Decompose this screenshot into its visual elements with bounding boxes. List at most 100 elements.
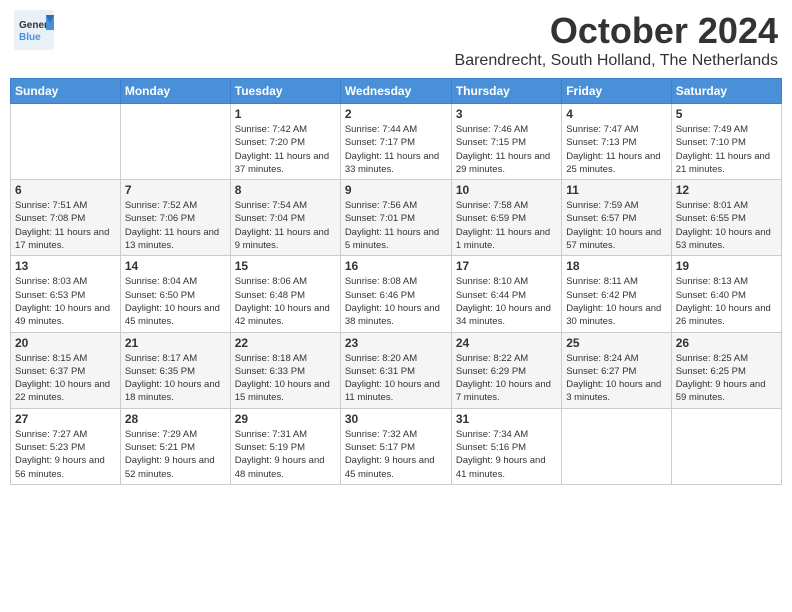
calendar-week-2: 6Sunrise: 7:51 AMSunset: 7:08 PMDaylight… bbox=[11, 180, 782, 256]
day-info: Sunrise: 7:31 AMSunset: 5:19 PMDaylight:… bbox=[235, 428, 336, 481]
day-number: 2 bbox=[345, 107, 447, 121]
day-number: 7 bbox=[125, 183, 226, 197]
logo-icon: General Blue bbox=[14, 10, 54, 50]
calendar-cell: 20Sunrise: 8:15 AMSunset: 6:37 PMDayligh… bbox=[11, 332, 121, 408]
calendar-cell: 2 Sunrise: 7:44 AMSunset: 7:17 PMDaylight… bbox=[340, 104, 451, 180]
calendar-cell: 14 Sunrise: 8:04 AMSunset: 6:50 PMDayligh… bbox=[120, 256, 230, 332]
day-number: 28 bbox=[125, 412, 226, 426]
day-number: 12 bbox=[676, 183, 777, 197]
day-number: 27 bbox=[15, 412, 116, 426]
day-info: Sunrise: 8:10 AMSunset: 6:44 PMDaylight:… bbox=[456, 275, 557, 328]
day-info: Sunrise: 8:25 AMSunset: 6:25 PMDaylight:… bbox=[676, 352, 777, 405]
calendar-cell: 17 Sunrise: 8:10 AMSunset: 6:44 PMDayligh… bbox=[451, 256, 561, 332]
day-info: Sunrise: 7:29 AMSunset: 5:21 PMDaylight:… bbox=[125, 428, 226, 481]
calendar-cell: 7 Sunrise: 7:52 AMSunset: 7:06 PMDaylight… bbox=[120, 180, 230, 256]
calendar-cell: 30Sunrise: 7:32 AMSunset: 5:17 PMDayligh… bbox=[340, 408, 451, 484]
calendar-cell: 27 Sunrise: 7:27 AMSunset: 5:23 PMDayligh… bbox=[11, 408, 121, 484]
calendar-week-4: 20Sunrise: 8:15 AMSunset: 6:37 PMDayligh… bbox=[11, 332, 782, 408]
day-info: Sunrise: 7:32 AMSunset: 5:17 PMDaylight:… bbox=[345, 428, 447, 481]
day-of-week-thursday: Thursday bbox=[451, 79, 561, 104]
day-number: 26 bbox=[676, 336, 777, 350]
calendar-week-1: 1 Sunrise: 7:42 AMSunset: 7:20 PMDaylight… bbox=[11, 104, 782, 180]
calendar-cell: 13 Sunrise: 8:03 AMSunset: 6:53 PMDayligh… bbox=[11, 256, 121, 332]
day-of-week-wednesday: Wednesday bbox=[340, 79, 451, 104]
day-info: Sunrise: 7:51 AMSunset: 7:08 PMDaylight:… bbox=[15, 199, 116, 252]
calendar-cell: 11 Sunrise: 7:59 AMSunset: 6:57 PMDayligh… bbox=[562, 180, 671, 256]
day-info: Sunrise: 8:18 AMSunset: 6:33 PMDaylight:… bbox=[235, 352, 336, 405]
calendar-cell: 6Sunrise: 7:51 AMSunset: 7:08 PMDaylight… bbox=[11, 180, 121, 256]
day-number: 9 bbox=[345, 183, 447, 197]
day-number: 11 bbox=[566, 183, 666, 197]
day-number: 18 bbox=[566, 259, 666, 273]
day-info: Sunrise: 8:04 AMSunset: 6:50 PMDaylight:… bbox=[125, 275, 226, 328]
day-of-week-monday: Monday bbox=[120, 79, 230, 104]
day-info: Sunrise: 7:42 AMSunset: 7:20 PMDaylight:… bbox=[235, 123, 336, 176]
day-info: Sunrise: 8:13 AMSunset: 6:40 PMDaylight:… bbox=[676, 275, 777, 328]
day-info: Sunrise: 7:44 AMSunset: 7:17 PMDaylight:… bbox=[345, 123, 447, 176]
calendar-cell: 21 Sunrise: 8:17 AMSunset: 6:35 PMDayligh… bbox=[120, 332, 230, 408]
title-section: October 2024 Barendrecht, South Holland,… bbox=[455, 10, 778, 70]
svg-text:Blue: Blue bbox=[19, 32, 41, 43]
calendar-cell: 9 Sunrise: 7:56 AMSunset: 7:01 PMDaylight… bbox=[340, 180, 451, 256]
calendar-cell: 8Sunrise: 7:54 AMSunset: 7:04 PMDaylight… bbox=[230, 180, 340, 256]
day-number: 1 bbox=[235, 107, 336, 121]
day-info: Sunrise: 7:27 AMSunset: 5:23 PMDaylight:… bbox=[15, 428, 116, 481]
calendar-cell: 22 Sunrise: 8:18 AMSunset: 6:33 PMDayligh… bbox=[230, 332, 340, 408]
calendar-cell: 16Sunrise: 8:08 AMSunset: 6:46 PMDayligh… bbox=[340, 256, 451, 332]
day-number: 14 bbox=[125, 259, 226, 273]
calendar-cell: 12 Sunrise: 8:01 AMSunset: 6:55 PMDayligh… bbox=[671, 180, 781, 256]
calendar-cell: 4 Sunrise: 7:47 AMSunset: 7:13 PMDaylight… bbox=[562, 104, 671, 180]
day-number: 22 bbox=[235, 336, 336, 350]
location: Barendrecht, South Holland, The Netherla… bbox=[455, 52, 778, 70]
day-number: 29 bbox=[235, 412, 336, 426]
calendar-cell: 26 Sunrise: 8:25 AMSunset: 6:25 PMDayligh… bbox=[671, 332, 781, 408]
day-number: 5 bbox=[676, 107, 777, 121]
day-info: Sunrise: 8:03 AMSunset: 6:53 PMDaylight:… bbox=[15, 275, 116, 328]
day-number: 4 bbox=[566, 107, 666, 121]
calendar-cell: 5Sunrise: 7:49 AMSunset: 7:10 PMDaylight… bbox=[671, 104, 781, 180]
day-info: Sunrise: 7:47 AMSunset: 7:13 PMDaylight:… bbox=[566, 123, 666, 176]
calendar-cell: 10Sunrise: 7:58 AMSunset: 6:59 PMDayligh… bbox=[451, 180, 561, 256]
day-number: 20 bbox=[15, 336, 116, 350]
day-info: Sunrise: 7:56 AMSunset: 7:01 PMDaylight:… bbox=[345, 199, 447, 252]
calendar-cell: 31Sunrise: 7:34 AMSunset: 5:16 PMDayligh… bbox=[451, 408, 561, 484]
day-info: Sunrise: 8:22 AMSunset: 6:29 PMDaylight:… bbox=[456, 352, 557, 405]
day-number: 13 bbox=[15, 259, 116, 273]
day-info: Sunrise: 8:08 AMSunset: 6:46 PMDaylight:… bbox=[345, 275, 447, 328]
day-number: 23 bbox=[345, 336, 447, 350]
day-info: Sunrise: 7:52 AMSunset: 7:06 PMDaylight:… bbox=[125, 199, 226, 252]
logo: General Blue bbox=[14, 10, 54, 50]
day-info: Sunrise: 8:20 AMSunset: 6:31 PMDaylight:… bbox=[345, 352, 447, 405]
day-of-week-tuesday: Tuesday bbox=[230, 79, 340, 104]
day-info: Sunrise: 7:59 AMSunset: 6:57 PMDaylight:… bbox=[566, 199, 666, 252]
day-info: Sunrise: 8:17 AMSunset: 6:35 PMDaylight:… bbox=[125, 352, 226, 405]
calendar-week-3: 13 Sunrise: 8:03 AMSunset: 6:53 PMDayligh… bbox=[11, 256, 782, 332]
calendar-cell: 23 Sunrise: 8:20 AMSunset: 6:31 PMDayligh… bbox=[340, 332, 451, 408]
day-info: Sunrise: 8:01 AMSunset: 6:55 PMDaylight:… bbox=[676, 199, 777, 252]
day-info: Sunrise: 7:34 AMSunset: 5:16 PMDaylight:… bbox=[456, 428, 557, 481]
calendar-cell: 24 Sunrise: 8:22 AMSunset: 6:29 PMDayligh… bbox=[451, 332, 561, 408]
day-info: Sunrise: 8:06 AMSunset: 6:48 PMDaylight:… bbox=[235, 275, 336, 328]
calendar-header-row: SundayMondayTuesdayWednesdayThursdayFrid… bbox=[11, 79, 782, 104]
month-title: October 2024 bbox=[455, 10, 778, 52]
calendar-cell: 19Sunrise: 8:13 AMSunset: 6:40 PMDayligh… bbox=[671, 256, 781, 332]
day-of-week-sunday: Sunday bbox=[11, 79, 121, 104]
calendar-cell: 28 Sunrise: 7:29 AMSunset: 5:21 PMDayligh… bbox=[120, 408, 230, 484]
calendar-cell: 15 Sunrise: 8:06 AMSunset: 6:48 PMDayligh… bbox=[230, 256, 340, 332]
day-number: 25 bbox=[566, 336, 666, 350]
calendar-cell: 25Sunrise: 8:24 AMSunset: 6:27 PMDayligh… bbox=[562, 332, 671, 408]
calendar-week-5: 27 Sunrise: 7:27 AMSunset: 5:23 PMDayligh… bbox=[11, 408, 782, 484]
day-number: 21 bbox=[125, 336, 226, 350]
day-info: Sunrise: 7:58 AMSunset: 6:59 PMDaylight:… bbox=[456, 199, 557, 252]
calendar-cell bbox=[671, 408, 781, 484]
calendar-cell bbox=[11, 104, 121, 180]
day-number: 17 bbox=[456, 259, 557, 273]
day-info: Sunrise: 7:46 AMSunset: 7:15 PMDaylight:… bbox=[456, 123, 557, 176]
calendar-cell bbox=[120, 104, 230, 180]
calendar-cell: 1 Sunrise: 7:42 AMSunset: 7:20 PMDaylight… bbox=[230, 104, 340, 180]
calendar-cell bbox=[562, 408, 671, 484]
calendar-cell: 29 Sunrise: 7:31 AMSunset: 5:19 PMDayligh… bbox=[230, 408, 340, 484]
day-number: 15 bbox=[235, 259, 336, 273]
day-number: 24 bbox=[456, 336, 557, 350]
calendar-cell: 3Sunrise: 7:46 AMSunset: 7:15 PMDaylight… bbox=[451, 104, 561, 180]
